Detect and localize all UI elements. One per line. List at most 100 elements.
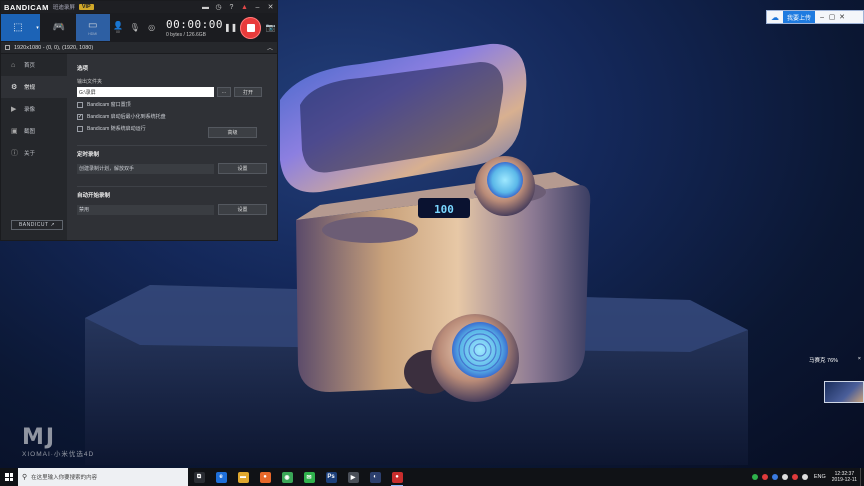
tray-icon[interactable] <box>780 468 790 486</box>
auto-start-field: 禁用 <box>77 204 214 215</box>
checkbox[interactable] <box>77 125 83 132</box>
start-button[interactable] <box>0 468 18 486</box>
notification-thumbnail[interactable] <box>824 381 864 403</box>
folder-icon[interactable]: ▬ <box>199 1 212 13</box>
vip-badge[interactable]: VIP <box>78 4 94 10</box>
option-minimize-to-tray[interactable]: ✓ Bandicam 启动后最小化到系统托盘 <box>77 112 267 121</box>
windows-logo-icon <box>5 473 13 481</box>
browse-button[interactable]: ... <box>217 87 231 97</box>
timer-record-field: 创建录制计划，解放双手 <box>77 163 214 174</box>
svg-text:100: 100 <box>434 203 454 216</box>
restore-icon[interactable]: ▢ <box>827 11 837 23</box>
checkbox-checked[interactable]: ✓ <box>77 113 83 120</box>
divider <box>77 145 267 146</box>
minimize-icon[interactable]: – <box>251 1 264 13</box>
system-tray: ENG 12:32:37 2019-12-11 <box>750 468 864 486</box>
pause-icon[interactable]: ❚❚ <box>224 23 237 32</box>
checkbox[interactable] <box>77 101 83 108</box>
open-folder-button[interactable]: 打开 <box>234 87 262 97</box>
speaker-button[interactable]: ◎ <box>143 14 160 41</box>
tray-icon[interactable] <box>770 468 780 486</box>
watermark: MJ XIOMAI·小米优选4D <box>22 425 94 458</box>
task-view-app-icon: ⧉ <box>193 471 205 483</box>
close-icon[interactable]: ✕ <box>264 1 277 13</box>
image-icon: ▣ <box>11 128 18 135</box>
bandicam-toolbar: ⬚ ▾ 🎮 ▭ HDMI 👤 00 🎙 ◎ 00:00:00 0 bytes /… <box>1 13 277 42</box>
tray-icon[interactable] <box>800 468 810 486</box>
auto-start-title: 自动开始录制 <box>77 193 111 199</box>
notification-close-icon[interactable]: × <box>858 356 861 364</box>
edge-app-button[interactable]: e <box>210 468 232 486</box>
cloud-upload-bar: ☁ 我要上传 – ▢ ✕ <box>766 10 864 24</box>
sidebar-item-about[interactable]: ⓘ 关于 <box>1 142 67 164</box>
chrome-app-icon: ◉ <box>281 471 293 483</box>
close-icon[interactable]: ✕ <box>837 11 847 23</box>
tray-dot-icon <box>791 474 798 480</box>
taskbar-clock[interactable]: 12:32:37 2019-12-11 <box>832 471 857 483</box>
firefox-app-icon: ● <box>259 471 271 483</box>
tray-icon[interactable] <box>760 468 770 486</box>
webcam-button[interactable]: 👤 00 <box>110 14 127 41</box>
option-always-on-top[interactable]: Bandicam 窗口置顶 <box>77 100 267 109</box>
upload-button[interactable]: 我要上传 <box>783 11 816 23</box>
obs-app-button[interactable]: ◐ <box>364 468 386 486</box>
divider <box>77 186 267 187</box>
game-mode-button[interactable]: 🎮 <box>42 14 76 41</box>
photoshop-app-button[interactable]: Ps <box>320 468 342 486</box>
webcam-icon: 👤 <box>112 21 123 30</box>
target-checkbox[interactable] <box>5 45 10 50</box>
sidebar-item-video[interactable]: ▶ 录像 <box>1 98 67 120</box>
sidebar-item-general[interactable]: ⚙ 常规 <box>1 76 67 98</box>
device-mode-button[interactable]: ▭ HDMI <box>75 14 110 41</box>
sidebar-item-label: 录像 <box>24 107 36 113</box>
show-desktop-button[interactable] <box>860 468 864 486</box>
option-label: Bandicam 启动后最小化到系统托盘 <box>87 114 166 120</box>
mode-dropdown-icon[interactable]: ▾ <box>34 14 41 41</box>
auto-start-settings-button[interactable]: 设置 <box>218 204 267 215</box>
bandicam-body: ⌂ 首页 ⚙ 常规 ▶ 录像 ▣ 截图 ⓘ 关于 BANDICUT ↗ 选项 输… <box>1 54 277 240</box>
advanced-button[interactable]: 高级 <box>208 127 257 138</box>
screen-rect-mode-button[interactable]: ⬚ <box>1 14 35 41</box>
clock-icon[interactable]: ◷ <box>212 1 225 13</box>
tray-icon[interactable] <box>790 468 800 486</box>
bandicam-app-button[interactable]: ● <box>386 468 408 486</box>
alert-icon[interactable]: ▲ <box>238 1 251 13</box>
tray-icon[interactable] <box>750 468 760 486</box>
media-app-icon: ▶ <box>347 471 359 483</box>
bandicam-brand-subtitle: 班迪录屏 <box>52 5 75 11</box>
timer-record-title: 定时录制 <box>77 152 100 158</box>
output-folder-input[interactable]: G:\录屏 <box>77 87 214 97</box>
record-stop-button[interactable] <box>240 16 261 39</box>
webcam-mini-label: 00 <box>115 30 120 34</box>
taskbar-search-box[interactable]: ⚲ 在这里输入你要搜索的内容 <box>18 468 188 486</box>
bandicam-titlebar[interactable]: BANDICAM 班迪录屏 VIP ▬ ◷ ? ▲ – ✕ <box>1 1 277 13</box>
tray-icons <box>750 468 810 486</box>
sidebar-item-image[interactable]: ▣ 截图 <box>1 120 67 142</box>
wechat-app-button[interactable]: ✉ <box>298 468 320 486</box>
sidebar-item-label: 关于 <box>24 151 36 157</box>
notification-title: 马赛克 76% <box>809 358 839 364</box>
collapse-chevron-icon[interactable]: ︿ <box>267 43 273 52</box>
option-label: Bandicam 窗口置顶 <box>87 102 131 108</box>
general-settings-panel: 选项 输出文件夹 G:\录屏 ... 打开 Bandicam 窗口置顶 ✓ Ba… <box>67 54 277 240</box>
firefox-app-button[interactable]: ● <box>254 468 276 486</box>
timer-settings-button[interactable]: 设置 <box>218 163 267 174</box>
task-view-app-button[interactable]: ⧉ <box>188 468 210 486</box>
clock-date: 2019-12-11 <box>831 477 857 483</box>
bandicut-button[interactable]: BANDICUT ↗ <box>11 220 63 230</box>
help-icon[interactable]: ? <box>225 1 238 13</box>
cloud-logo-icon: ☁ <box>771 12 779 22</box>
edge-app-icon: e <box>215 471 227 483</box>
chrome-app-button[interactable]: ◉ <box>276 468 298 486</box>
photoshop-app-icon: Ps <box>325 471 337 483</box>
media-app-button[interactable]: ▶ <box>342 468 364 486</box>
sidebar-item-home[interactable]: ⌂ 首页 <box>1 54 67 76</box>
screenshot-camera-icon[interactable]: 📷 <box>264 23 277 32</box>
search-icon: ⚲ <box>22 474 28 481</box>
minimize-icon[interactable]: – <box>817 11 827 23</box>
timer-value: 00:00:00 <box>165 17 223 31</box>
options-section-title: 选项 <box>77 66 89 72</box>
folder-app-button[interactable]: ▬ <box>232 468 254 486</box>
input-language[interactable]: ENG <box>814 474 826 480</box>
mic-button[interactable]: 🎙 <box>126 14 143 41</box>
